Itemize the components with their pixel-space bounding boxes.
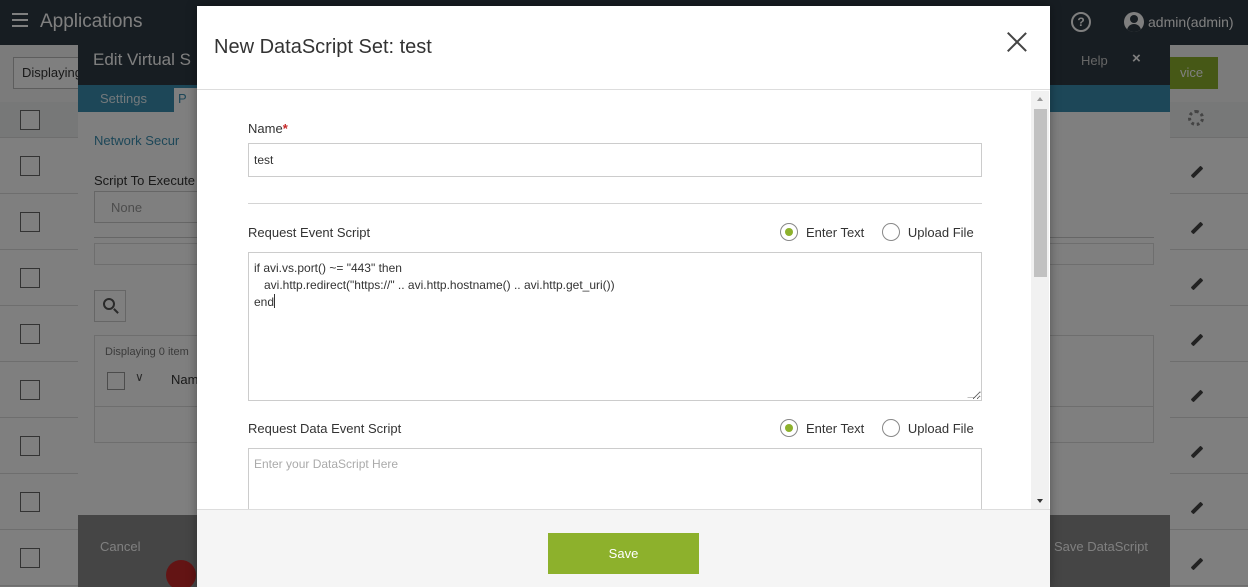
resize-grip-icon[interactable] xyxy=(967,390,981,398)
enter-text-label: Enter Text xyxy=(806,420,865,436)
request-data-event-source-radios: Enter Text Upload File xyxy=(780,419,988,437)
dialog-body: Name* Request Event Script Enter Text Up… xyxy=(197,91,1050,509)
radio-unselected-icon[interactable] xyxy=(881,419,900,437)
dialog-footer: Save xyxy=(197,509,1050,587)
radio-selected-icon[interactable] xyxy=(780,223,798,241)
script-placeholder: Enter your DataScript Here xyxy=(254,457,399,471)
script-line: if avi.vs.port() ~= "443" then xyxy=(254,261,402,275)
upload-file-label: Upload File xyxy=(907,224,974,240)
request-event-source-radios: Enter Text Upload File xyxy=(780,223,988,241)
request-event-script-label: Request Event Script xyxy=(248,225,371,240)
script-line-text: end xyxy=(254,295,275,309)
name-label: Name* xyxy=(248,121,288,136)
section-divider xyxy=(248,203,982,204)
text-caret xyxy=(274,294,276,308)
request-data-event-script-label: Request Data Event Script xyxy=(248,421,402,436)
radio-unselected-icon[interactable] xyxy=(881,223,900,241)
request-data-event-enter-text-option[interactable]: Enter Text xyxy=(780,419,878,437)
enter-text-label: Enter Text xyxy=(806,224,865,240)
radio-selected-icon[interactable] xyxy=(780,419,798,437)
save-button[interactable]: Save xyxy=(548,533,699,574)
scroll-down-arrow-icon[interactable] xyxy=(1037,499,1043,503)
close-icon[interactable] xyxy=(1005,30,1029,54)
scroll-thumb[interactable] xyxy=(1034,109,1047,277)
request-event-script-editor[interactable]: if avi.vs.port() ~= "443" then avi.http.… xyxy=(248,252,982,401)
upload-file-label: Upload File xyxy=(907,420,974,436)
script-line: avi.http.redirect("https://" .. avi.http… xyxy=(254,278,615,292)
required-asterisk: * xyxy=(282,121,288,136)
dialog-title: New DataScript Set: test xyxy=(214,36,432,58)
name-input[interactable] xyxy=(248,143,982,177)
script-line-last: end xyxy=(254,294,976,311)
dialog-header: New DataScript Set: test xyxy=(197,6,1050,90)
new-datascript-dialog: New DataScript Set: test Name* Request E… xyxy=(197,6,1050,587)
request-data-event-upload-file-option[interactable]: Upload File xyxy=(881,419,988,437)
request-event-enter-text-option[interactable]: Enter Text xyxy=(780,223,878,241)
dialog-scrollbar[interactable] xyxy=(1031,91,1049,509)
name-label-text: Name xyxy=(248,121,283,136)
scroll-up-arrow-icon[interactable] xyxy=(1037,97,1043,101)
request-event-upload-file-option[interactable]: Upload File xyxy=(881,223,988,241)
request-data-event-script-editor[interactable]: Enter your DataScript Here xyxy=(248,448,982,509)
